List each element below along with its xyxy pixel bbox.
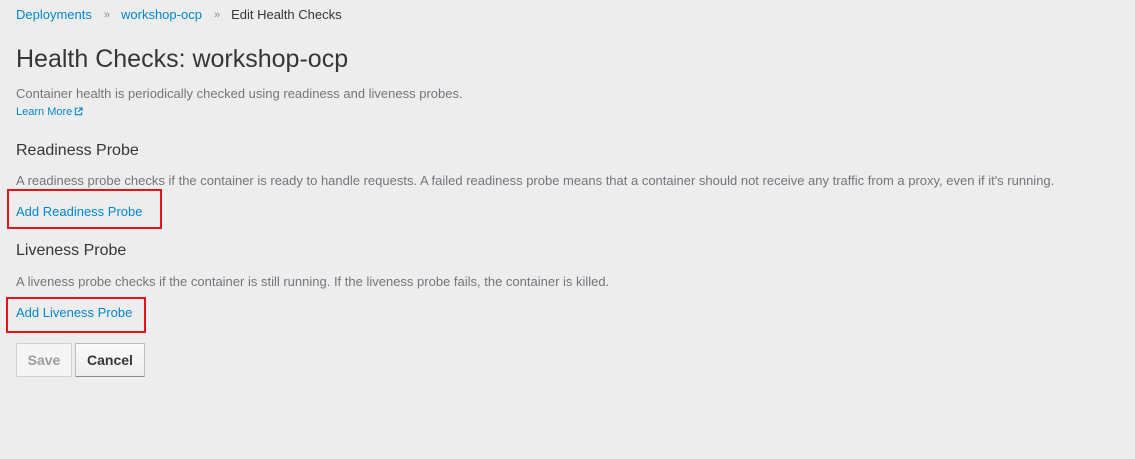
save-button[interactable]: Save xyxy=(16,343,72,377)
add-readiness-probe-link[interactable]: Add Readiness Probe xyxy=(16,203,142,220)
breadcrumb: Deployments » workshop-ocp » Edit Health… xyxy=(16,6,342,24)
breadcrumb-current: Edit Health Checks xyxy=(231,7,342,22)
liveness-probe-title: Liveness Probe xyxy=(16,242,127,259)
page-title: Health Checks: workshop-ocp xyxy=(16,45,349,73)
learn-more-label: Learn More xyxy=(16,106,73,118)
double-chevron-right-icon: » xyxy=(213,9,221,21)
breadcrumb-link-workshop-ocp[interactable]: workshop-ocp xyxy=(121,6,202,24)
readiness-probe-description: A readiness probe checks if the containe… xyxy=(16,173,1055,188)
liveness-probe-description: A liveness probe checks if the container… xyxy=(16,274,610,289)
page-intro: Container health is periodically checked… xyxy=(16,86,463,101)
learn-more-link[interactable]: Learn More xyxy=(16,105,83,120)
add-liveness-probe-link[interactable]: Add Liveness Probe xyxy=(16,304,132,321)
breadcrumb-link-deployments[interactable]: Deployments xyxy=(16,6,92,24)
readiness-probe-title: Readiness Probe xyxy=(16,142,139,159)
double-chevron-right-icon: » xyxy=(103,9,110,21)
external-link-icon xyxy=(75,107,83,116)
cancel-button[interactable]: Cancel xyxy=(75,343,145,377)
